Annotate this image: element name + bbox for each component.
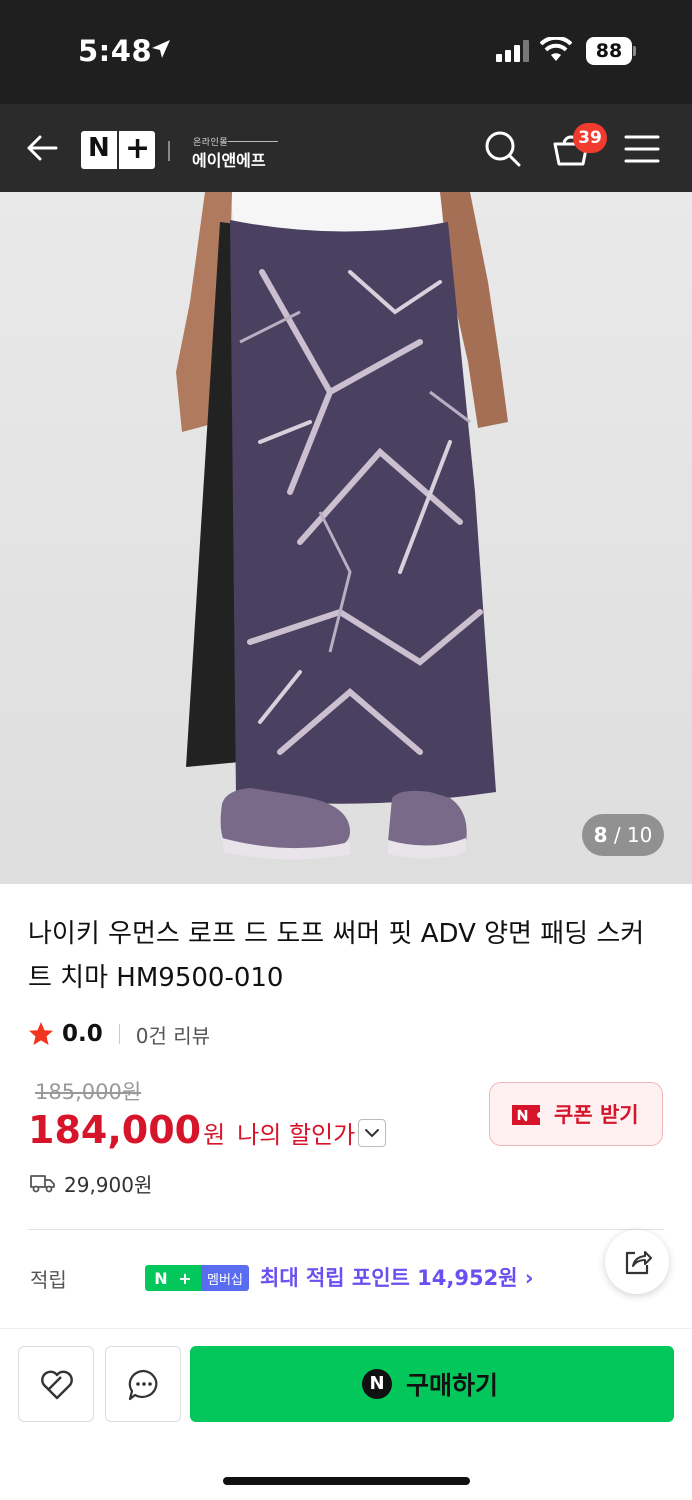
rating-divider bbox=[118, 1024, 120, 1044]
max-points-link[interactable]: 최대 적립 포인트 14,952원 › bbox=[260, 1262, 534, 1292]
logo-divider bbox=[168, 141, 170, 161]
home-indicator[interactable] bbox=[223, 1477, 470, 1485]
logo-plus: + bbox=[125, 131, 151, 166]
nplus-logo[interactable]: N + bbox=[81, 131, 155, 169]
chat-bubble-icon bbox=[128, 1369, 158, 1401]
status-time: 5:48 bbox=[78, 34, 153, 68]
search-icon[interactable] bbox=[484, 130, 522, 168]
cart-count-badge: 39 bbox=[573, 123, 607, 153]
product-title: 나이키 우먼스 로프 드 도프 써머 핏 ADV 양면 패딩 스커트 치마 HM… bbox=[28, 919, 645, 993]
rating-score: 0.0 bbox=[62, 1021, 103, 1047]
chevron-down-icon bbox=[365, 1129, 379, 1138]
gallery-page-indicator: 8 / 10 bbox=[582, 814, 664, 856]
bottom-action-bar: N 구매하기 bbox=[0, 1328, 692, 1500]
talk-talk-button[interactable] bbox=[105, 1346, 181, 1422]
shipping-fee: 29,900원 bbox=[64, 1172, 153, 1197]
heart-icon bbox=[41, 1370, 73, 1400]
app-header: N + 온라인몰 에이앤에프 39 bbox=[0, 104, 692, 192]
battery-tip bbox=[633, 46, 636, 56]
share-button[interactable] bbox=[605, 1230, 669, 1294]
section-divider bbox=[28, 1229, 664, 1230]
shipping-fee-row: 29,900원 bbox=[30, 1168, 152, 1198]
buy-now-button[interactable]: N 구매하기 bbox=[190, 1346, 674, 1422]
share-icon bbox=[625, 1251, 652, 1275]
price-currency: 원 bbox=[203, 1121, 226, 1149]
discount-details-toggle[interactable] bbox=[358, 1119, 386, 1147]
product-photo bbox=[0, 192, 692, 884]
nplus-membership-badge: N + 멤버십 bbox=[145, 1265, 249, 1291]
coupon-label: 쿠폰 받기 bbox=[554, 1103, 639, 1127]
back-arrow-icon[interactable] bbox=[24, 130, 60, 166]
gallery-current: 8 bbox=[593, 823, 608, 847]
review-count[interactable]: 0건 리뷰 bbox=[136, 1020, 210, 1049]
gallery-total: 10 bbox=[626, 823, 653, 847]
hamburger-menu-icon[interactable] bbox=[624, 134, 660, 164]
location-arrow-icon bbox=[152, 40, 170, 58]
delivery-truck-icon bbox=[30, 1175, 55, 1193]
naver-pay-icon: N bbox=[362, 1369, 392, 1399]
logo-n: N bbox=[88, 133, 110, 163]
gallery-separator: / bbox=[607, 823, 627, 847]
coupon-download-button[interactable]: 쿠폰 받기 bbox=[489, 1082, 663, 1146]
coupon-ticket-icon bbox=[512, 1105, 540, 1125]
product-image-gallery[interactable] bbox=[0, 192, 692, 884]
status-bar: 5:48 88 bbox=[0, 0, 692, 104]
wishlist-button[interactable] bbox=[18, 1346, 94, 1422]
points-label: 적립 bbox=[30, 1268, 67, 1292]
sale-price: 184,000 bbox=[28, 1108, 202, 1152]
rating-row[interactable]: 0.0 0건 리뷰 bbox=[28, 1018, 210, 1050]
price-row: 184,000 원 나의 할인가 bbox=[28, 1108, 355, 1154]
buy-now-label: 구매하기 bbox=[406, 1371, 499, 1400]
my-discount-label[interactable]: 나의 할인가 bbox=[237, 1115, 355, 1150]
star-icon bbox=[29, 1022, 53, 1045]
cellular-signal-icon bbox=[496, 40, 529, 62]
original-price: 185,000원 bbox=[35, 1080, 142, 1104]
battery-level: 88 bbox=[586, 37, 632, 65]
store-brand-name[interactable]: 에이앤에프 bbox=[192, 147, 266, 171]
wifi-icon bbox=[540, 37, 572, 61]
